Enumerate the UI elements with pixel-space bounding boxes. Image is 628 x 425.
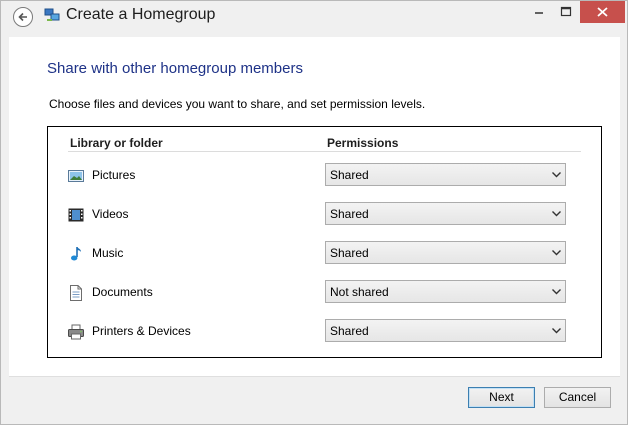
videos-icon [68,208,84,222]
chevron-down-icon [552,172,561,178]
row-label: Printers & Devices [92,324,191,338]
title-bar: Create a Homegroup [1,1,627,37]
share-row-videos: Videos Shared [48,202,601,226]
chevron-down-icon [552,250,561,256]
chevron-down-icon [552,328,561,334]
next-button-label: Next [489,390,514,404]
back-arrow-icon [18,12,27,22]
footer-divider [9,376,620,377]
music-icon [71,247,81,261]
column-header-library: Library or folder [70,136,163,150]
permission-select-documents[interactable]: Not shared [325,280,566,303]
permission-value: Shared [330,168,369,182]
permission-select-music[interactable]: Shared [325,241,566,264]
column-header-permissions: Permissions [327,136,399,150]
share-row-printers: Printers & Devices Shared [48,319,601,343]
permission-value: Not shared [330,285,389,299]
share-row-documents: Documents Not shared [48,280,601,304]
printer-icon [68,324,84,340]
share-row-music: Music Shared [48,241,601,265]
permission-select-videos[interactable]: Shared [325,202,566,225]
back-button[interactable] [13,7,33,27]
cancel-button[interactable]: Cancel [544,387,611,408]
next-button[interactable]: Next [468,387,535,408]
row-label: Documents [92,285,153,299]
permission-value: Shared [330,324,369,338]
permission-select-pictures[interactable]: Shared [325,163,566,186]
row-label: Music [92,246,124,260]
create-homegroup-window: Create a Homegroup Share with other home… [0,0,628,425]
homegroup-icon [44,8,60,21]
minimize-icon [535,12,543,14]
permission-value: Shared [330,207,369,221]
header-divider [68,151,581,152]
share-row-pictures: Pictures Shared [48,163,601,187]
close-button[interactable] [580,1,625,23]
maximize-icon [560,6,572,17]
cancel-button-label: Cancel [558,390,597,404]
window-title: Create a Homegroup [66,6,216,23]
page-heading: Share with other homegroup members [47,60,303,77]
chevron-down-icon [552,289,561,295]
share-settings-table: Library or folder Permissions Pictures S… [47,126,602,358]
wizard-content: Share with other homegroup members Choos… [9,37,620,376]
documents-icon [70,285,82,301]
chevron-down-icon [552,211,561,217]
row-label: Pictures [92,168,136,182]
pictures-icon [68,170,84,182]
minimize-button[interactable] [526,1,552,23]
row-label: Videos [92,207,129,221]
permission-select-printers[interactable]: Shared [325,319,566,342]
close-icon [597,7,608,17]
maximize-button[interactable] [553,1,579,23]
instructions-text: Choose files and devices you want to sha… [49,97,426,111]
permission-value: Shared [330,246,369,260]
